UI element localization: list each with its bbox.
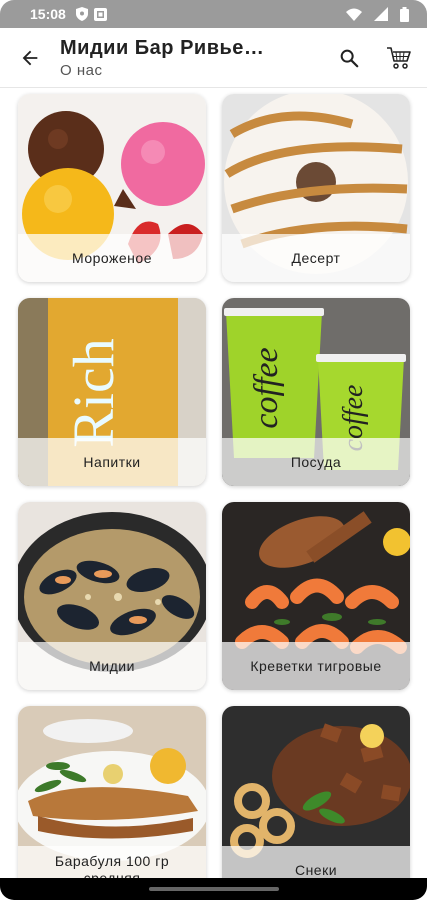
category-card-mussels[interactable]: Мидии	[18, 502, 206, 690]
search-button[interactable]	[327, 36, 371, 80]
category-label: Креветки тигровые	[222, 642, 410, 690]
status-bar: 15:08	[0, 0, 427, 28]
svg-text:coffee: coffee	[248, 347, 285, 428]
cart-icon	[387, 46, 411, 69]
category-card-ice-cream[interactable]: Мороженое	[18, 94, 206, 282]
about-link[interactable]: О нас	[60, 62, 327, 79]
notification-icon	[93, 7, 107, 21]
category-label: Напитки	[18, 438, 206, 486]
app-bar: Мидии Бар Ривье… О нас	[0, 28, 427, 88]
category-card-dessert[interactable]: Десерт	[222, 94, 410, 282]
shield-icon	[75, 7, 88, 21]
wifi-icon	[346, 8, 362, 21]
category-label: Мороженое	[18, 234, 206, 282]
category-card-red-mullet[interactable]: Барабуля 100 гр средняя	[18, 706, 206, 894]
category-card-drinks[interactable]: Rich Напитки	[18, 298, 206, 486]
home-handle[interactable]	[148, 887, 279, 891]
back-button[interactable]	[0, 28, 60, 88]
arrow-back-icon	[22, 50, 38, 65]
cart-button[interactable]	[377, 36, 421, 80]
status-time: 15:08	[30, 6, 66, 22]
category-card-tiger-prawns[interactable]: Креветки тигровые	[222, 502, 410, 690]
svg-text:Rich: Rich	[61, 338, 126, 448]
signal-icon	[374, 7, 388, 21]
search-icon	[340, 49, 359, 67]
category-card-tableware[interactable]: coffee coffee Посуда	[222, 298, 410, 486]
category-label: Десерт	[222, 234, 410, 282]
page-title: Мидии Бар Ривье…	[60, 36, 265, 59]
category-label: Посуда	[222, 438, 410, 486]
phone-screen: 15:08 Мидии Бар Ривье… О нас Мороженое Д…	[0, 0, 427, 900]
app-bar-titles: Мидии Бар Ривье… О нас	[60, 37, 327, 79]
category-label: Мидии	[18, 642, 206, 690]
category-grid: Мороженое Десерт Rich Напитки coffee cof…	[18, 94, 410, 894]
battery-icon	[400, 6, 409, 22]
navigation-bar	[0, 878, 427, 900]
category-card-snacks[interactable]: Снеки	[222, 706, 410, 894]
